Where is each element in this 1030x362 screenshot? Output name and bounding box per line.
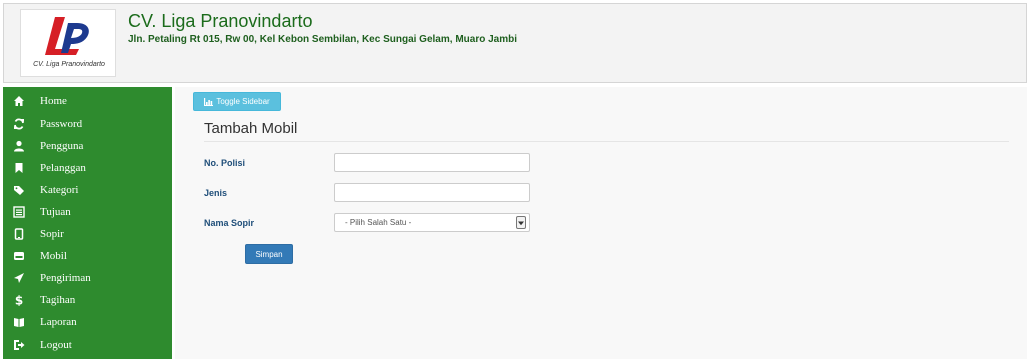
- sidebar-item-logout[interactable]: Logout: [3, 334, 172, 355]
- sidebar-item-pengiriman[interactable]: Pengiriman: [3, 267, 172, 288]
- sidebar-item-tujuan[interactable]: Tujuan: [3, 201, 172, 222]
- company-name: CV. Liga Pranovindarto: [128, 11, 313, 31]
- sidebar-item-pelanggan[interactable]: Pelanggan: [3, 157, 172, 178]
- title-divider: [204, 141, 1009, 142]
- lp-logo-icon: [45, 17, 89, 55]
- nama-sopir-label: Nama Sopir: [204, 218, 255, 228]
- company-address: Jln. Petaling Rt 015, Rw 00, Kel Kebon S…: [128, 34, 517, 45]
- book-icon: [12, 315, 26, 329]
- sidebar-item-label: Password: [40, 117, 83, 130]
- sidebar-item-pengguna[interactable]: Pengguna: [3, 135, 172, 156]
- header: CV. Liga Pranovindarto CV. Liga Pranovin…: [3, 3, 1027, 83]
- app-root: CV. Liga Pranovindarto CV. Liga Pranovin…: [0, 0, 1030, 362]
- phone-icon: [12, 227, 26, 241]
- bookmark-icon: [12, 161, 26, 175]
- user-icon: [12, 139, 26, 153]
- logout-icon: [12, 338, 26, 352]
- nama-sopir-select[interactable]: - Pilih Salah Satu -: [334, 213, 530, 232]
- sidebar-item-label: Pengguna: [40, 139, 84, 152]
- sidebar-item-label: Sopir: [40, 227, 64, 240]
- hdd-icon: [12, 249, 26, 263]
- dollar-icon: $: [12, 293, 26, 307]
- sidebar-item-home[interactable]: Home: [3, 90, 172, 111]
- tags-icon: [12, 183, 26, 197]
- sidebar-item-password[interactable]: Password: [3, 113, 172, 134]
- sidebar-item-mobil[interactable]: Mobil: [3, 245, 172, 266]
- sidebar-item-label: Kategori: [40, 183, 79, 196]
- sidebar-item-laporan[interactable]: Laporan: [3, 311, 172, 332]
- sidebar-item-label: Tagihan: [40, 293, 76, 306]
- sidebar-item-label: Pengiriman: [40, 271, 91, 284]
- toggle-sidebar-button[interactable]: Toggle Sidebar: [193, 92, 281, 111]
- company-logo: CV. Liga Pranovindarto: [20, 9, 116, 77]
- no-polisi-input[interactable]: [334, 153, 530, 172]
- no-polisi-label: No. Polisi: [204, 158, 246, 168]
- sidebar: Home Password Pengguna Pelanggan Kategor…: [3, 87, 172, 359]
- page-title: Tambah Mobil: [204, 120, 298, 137]
- svg-text:$: $: [15, 294, 23, 306]
- sidebar-item-kategori[interactable]: Kategori: [3, 179, 172, 200]
- jenis-label: Jenis: [204, 188, 228, 198]
- save-button[interactable]: Simpan: [245, 244, 293, 264]
- chevron-down-icon[interactable]: [516, 216, 526, 229]
- sidebar-item-label: Mobil: [40, 249, 67, 262]
- logo-caption: CV. Liga Pranovindarto: [33, 61, 105, 68]
- sidebar-item-label: Pelanggan: [40, 161, 86, 174]
- list-alt-icon: [12, 205, 26, 219]
- sidebar-item-label: Tujuan: [40, 205, 71, 218]
- refresh-icon: [12, 117, 26, 131]
- sidebar-item-label: Logout: [40, 338, 72, 351]
- sidebar-item-label: Laporan: [40, 315, 77, 328]
- send-icon: [12, 271, 26, 285]
- sidebar-item-sopir[interactable]: Sopir: [3, 223, 172, 244]
- sidebar-item-label: Home: [40, 94, 67, 107]
- sidebar-item-tagihan[interactable]: $ Tagihan: [3, 289, 172, 310]
- toggle-sidebar-label: Toggle Sidebar: [216, 97, 270, 106]
- home-icon: [12, 94, 26, 108]
- nama-sopir-selected: - Pilih Salah Satu -: [345, 218, 412, 227]
- jenis-input[interactable]: [334, 183, 530, 202]
- main-content: Toggle Sidebar Tambah Mobil No. Polisi J…: [175, 87, 1027, 359]
- bar-chart-icon: [204, 97, 214, 106]
